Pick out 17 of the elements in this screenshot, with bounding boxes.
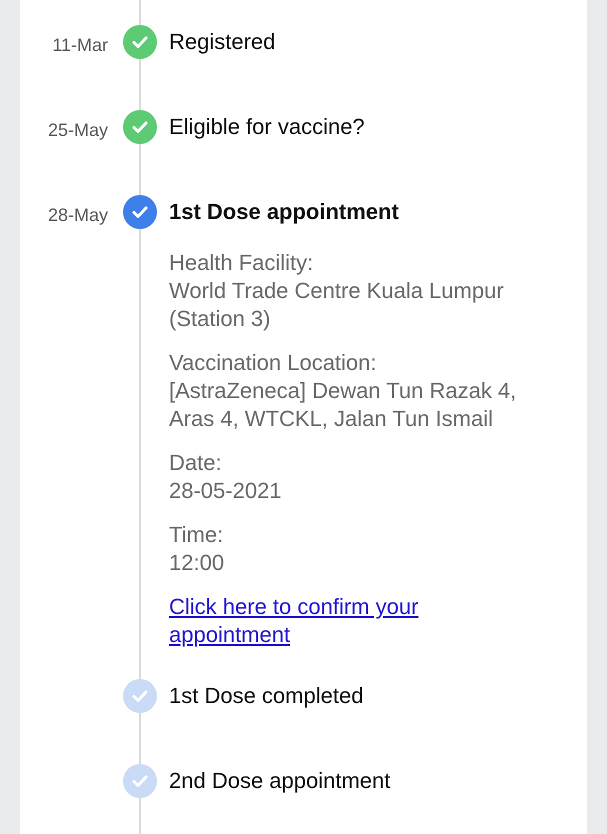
detail-label: Date: — [169, 449, 222, 477]
detail-value: 12:00 — [169, 549, 224, 577]
step-date: 25-May — [46, 118, 108, 140]
step-date: 11-Mar — [51, 34, 108, 56]
detail-value: [AstraZeneca] Dewan Tun Razak 4, Aras 4, WTCKL, Jalan Tun Ismail — [169, 377, 518, 433]
detail-value: World Trade Centre Kuala Lumpur (Station 3) — [169, 277, 505, 333]
detail-value: 28-05-2021 — [169, 477, 282, 505]
step-title: 1st Dose completed — [169, 683, 364, 709]
step-title: Registered — [169, 29, 276, 55]
step-title: 1st Dose appointment — [169, 199, 399, 225]
confirm-link[interactable]: Click here to confirm your appointment — [169, 593, 531, 649]
detail-label: Vaccination Location: — [169, 349, 377, 377]
detail-label: Health Facility: — [169, 249, 314, 277]
detail-label: Time: — [169, 521, 224, 549]
step-title: Eligible for vaccine? — [169, 114, 365, 140]
step-date: 28-May — [46, 204, 108, 226]
step-title: 2nd Dose appointment — [169, 768, 390, 794]
